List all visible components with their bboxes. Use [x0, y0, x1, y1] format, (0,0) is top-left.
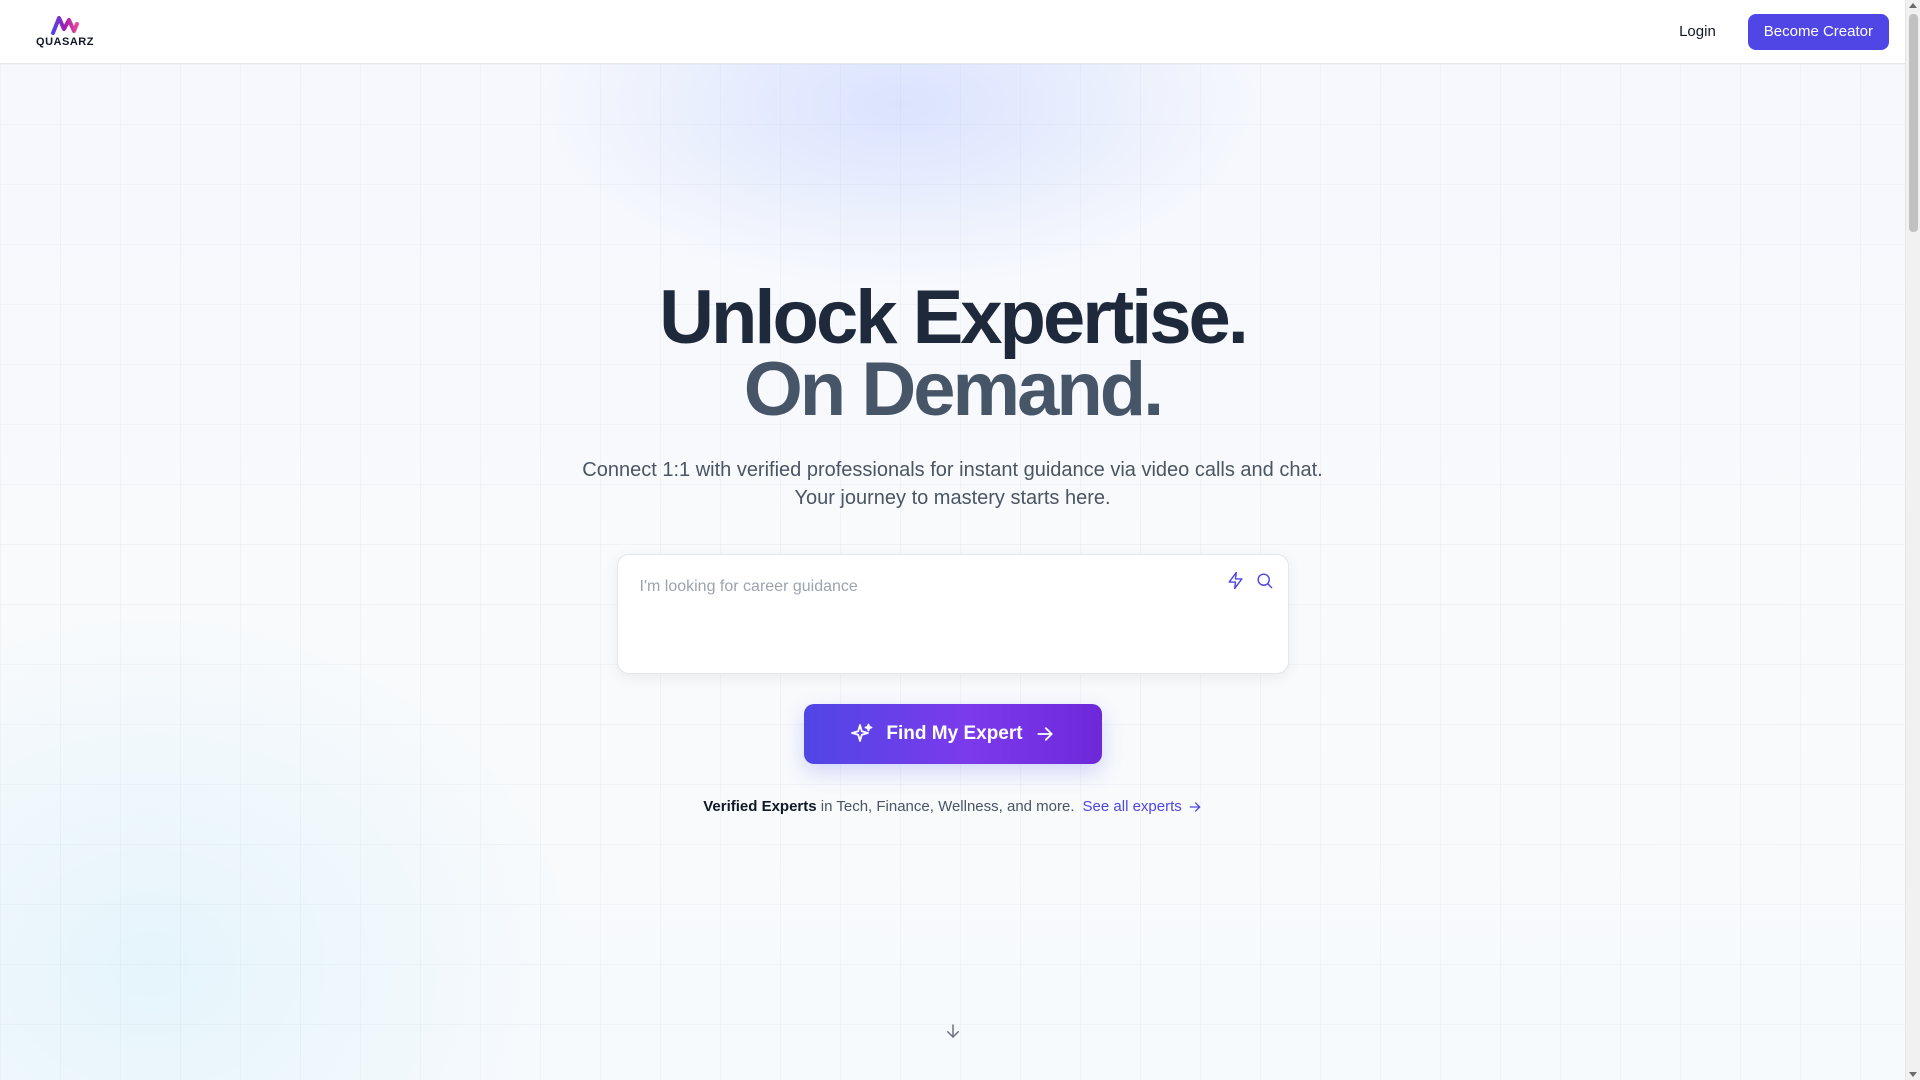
scroll-down-arrow[interactable] — [1909, 1072, 1917, 1077]
scroll-up-arrow[interactable] — [1909, 3, 1917, 8]
search-box-actions — [1226, 571, 1274, 590]
quasarz-logo-icon — [51, 16, 79, 35]
see-all-experts-link[interactable]: See all experts — [1083, 798, 1202, 815]
hero-subtitle: Connect 1:1 with verified professionals … — [582, 459, 1323, 509]
arrow-right-icon — [1035, 724, 1055, 744]
scroll-thumb[interactable] — [1909, 14, 1918, 232]
page-scrollbar[interactable] — [1905, 0, 1920, 1080]
become-creator-button[interactable]: Become Creator — [1747, 13, 1889, 50]
verified-experts-categories: in Tech, Finance, Wellness, and more. — [820, 798, 1075, 815]
verified-experts-row: Verified Experts in Tech, Finance, Welln… — [703, 798, 1202, 815]
search-icon[interactable] — [1255, 571, 1274, 590]
login-link[interactable]: Login — [1679, 23, 1716, 40]
hero-content: Unlock Expertise. On Demand. Connect 1:1… — [0, 64, 1905, 816]
find-my-expert-button[interactable]: Find My Expert — [803, 704, 1102, 764]
search-box — [616, 554, 1289, 674]
top-navbar: QUASARZ Login Become Creator — [0, 0, 1905, 64]
sparkles-icon — [850, 722, 874, 746]
find-my-expert-label: Find My Expert — [886, 723, 1023, 744]
verified-experts-label: Verified Experts — [703, 798, 817, 815]
brand-logo[interactable]: QUASARZ — [32, 15, 98, 48]
arrow-right-icon — [1188, 800, 1202, 814]
search-input[interactable] — [639, 573, 1200, 601]
page: QUASARZ Login Become Creator Unlock Expe… — [0, 0, 1920, 1080]
hero-title-line-2: On Demand. — [743, 347, 1165, 432]
hero-title-line-1: Unlock Expertise. — [659, 275, 1249, 360]
arrow-down-icon[interactable] — [944, 1022, 962, 1040]
hero-section: Unlock Expertise. On Demand. Connect 1:1… — [0, 64, 1905, 1080]
see-all-experts-label: See all experts — [1082, 798, 1182, 815]
bolt-icon[interactable] — [1226, 571, 1245, 590]
brand-name: QUASARZ — [36, 36, 94, 48]
nav-actions: Login Become Creator — [1679, 13, 1889, 50]
